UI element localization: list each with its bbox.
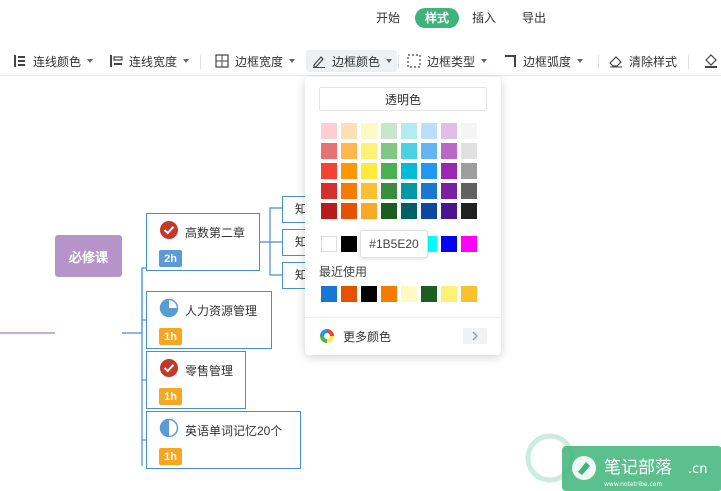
- color-swatch[interactable]: [461, 143, 477, 159]
- basic-color-swatch[interactable]: [341, 236, 357, 252]
- color-swatch[interactable]: [421, 163, 437, 179]
- recent-color-swatch[interactable]: [381, 286, 397, 302]
- check-circle-icon: [159, 358, 179, 378]
- color-swatch[interactable]: [401, 123, 417, 139]
- color-swatch[interactable]: [381, 163, 397, 179]
- recent-color-swatch[interactable]: [441, 286, 457, 302]
- time-badge: 1h: [159, 388, 182, 405]
- color-swatch[interactable]: [361, 163, 377, 179]
- color-swatch[interactable]: [401, 183, 417, 199]
- more-colors-label: 更多颜色: [343, 329, 392, 344]
- color-swatch[interactable]: [381, 123, 397, 139]
- color-swatch[interactable]: [401, 203, 417, 219]
- more-colors-button[interactable]: 更多颜色: [319, 327, 391, 345]
- recent-color-swatch[interactable]: [401, 286, 417, 302]
- color-swatch[interactable]: [381, 143, 397, 159]
- color-swatch[interactable]: [341, 183, 357, 199]
- branch-title: 高数第二章: [185, 226, 246, 240]
- half-pie-icon: [159, 418, 179, 438]
- color-swatch[interactable]: [421, 123, 437, 139]
- recent-color-swatch[interactable]: [421, 286, 437, 302]
- color-swatch[interactable]: [441, 183, 457, 199]
- color-swatch[interactable]: [361, 123, 377, 139]
- color-swatch[interactable]: [321, 183, 337, 199]
- color-swatch[interactable]: [341, 163, 357, 179]
- branch-node[interactable]: 高数第二章 2h: [146, 213, 260, 271]
- color-swatch[interactable]: [401, 143, 417, 159]
- basic-color-swatch[interactable]: [461, 236, 477, 252]
- popover-divider: [305, 317, 501, 318]
- color-swatch[interactable]: [321, 143, 337, 159]
- color-swatch[interactable]: [321, 203, 337, 219]
- recent-color-swatch[interactable]: [341, 286, 357, 302]
- recent-color-swatch[interactable]: [361, 286, 377, 302]
- color-swatch[interactable]: [441, 203, 457, 219]
- recent-colors-label: 最近使用: [319, 265, 368, 279]
- watermark-logo: 笔记部落 .cn www.notetribe.com: [520, 428, 721, 491]
- color-swatch[interactable]: [461, 203, 477, 219]
- time-badge: 1h: [159, 328, 182, 345]
- color-swatch[interactable]: [381, 183, 397, 199]
- color-swatch[interactable]: [421, 203, 437, 219]
- branch-title: 零售管理: [185, 364, 234, 378]
- time-badge: 2h: [159, 250, 182, 267]
- color-swatch[interactable]: [461, 163, 477, 179]
- svg-text:笔记部落: 笔记部落: [604, 458, 672, 478]
- color-swatch[interactable]: [341, 203, 357, 219]
- check-circle-icon: [159, 220, 179, 240]
- root-node[interactable]: 必修课: [55, 235, 122, 277]
- color-swatch[interactable]: [441, 123, 457, 139]
- basic-color-swatch[interactable]: [321, 236, 337, 252]
- color-swatch[interactable]: [441, 163, 457, 179]
- svg-text:.cn: .cn: [688, 462, 708, 477]
- color-swatch[interactable]: [361, 183, 377, 199]
- time-badge: 1h: [159, 448, 182, 465]
- color-hex-tooltip: #1B5E20: [360, 230, 428, 258]
- branch-title: 人力资源管理: [185, 304, 258, 318]
- transparent-color-button[interactable]: 透明色: [319, 87, 487, 111]
- color-swatch[interactable]: [361, 203, 377, 219]
- color-wheel-icon: [320, 329, 334, 343]
- color-swatch[interactable]: [401, 163, 417, 179]
- color-swatch[interactable]: [381, 203, 397, 219]
- basic-color-swatch[interactable]: [441, 236, 457, 252]
- branch-node[interactable]: 人力资源管理 1h: [146, 291, 272, 349]
- color-swatch[interactable]: [461, 183, 477, 199]
- color-swatch[interactable]: [341, 123, 357, 139]
- recent-color-swatch[interactable]: [461, 286, 477, 302]
- color-swatch[interactable]: [421, 183, 437, 199]
- branch-title: 英语单词记忆20个: [185, 424, 283, 438]
- app-page: 开始 样式 插入 导出 连线颜色 连线宽度 边框宽度 边框颜色 边框类型 边框弧…: [0, 0, 721, 491]
- color-swatch[interactable]: [341, 143, 357, 159]
- recent-color-swatch[interactable]: [321, 286, 337, 302]
- branch-node[interactable]: 零售管理 1h: [146, 351, 246, 409]
- more-colors-arrow[interactable]: [463, 328, 487, 344]
- color-swatch[interactable]: [421, 143, 437, 159]
- border-color-popover: 透明色 #1B5E20 最近使用 更多颜色: [305, 77, 501, 355]
- color-swatch[interactable]: [321, 123, 337, 139]
- svg-text:www.notetribe.com: www.notetribe.com: [604, 481, 662, 488]
- color-swatch[interactable]: [321, 163, 337, 179]
- color-swatch[interactable]: [461, 123, 477, 139]
- quarter-pie-icon: [159, 298, 179, 318]
- color-swatch[interactable]: [361, 143, 377, 159]
- chevron-right-icon: [472, 331, 478, 341]
- color-swatch[interactable]: [441, 143, 457, 159]
- branch-node[interactable]: 英语单词记忆20个 1h: [146, 411, 301, 469]
